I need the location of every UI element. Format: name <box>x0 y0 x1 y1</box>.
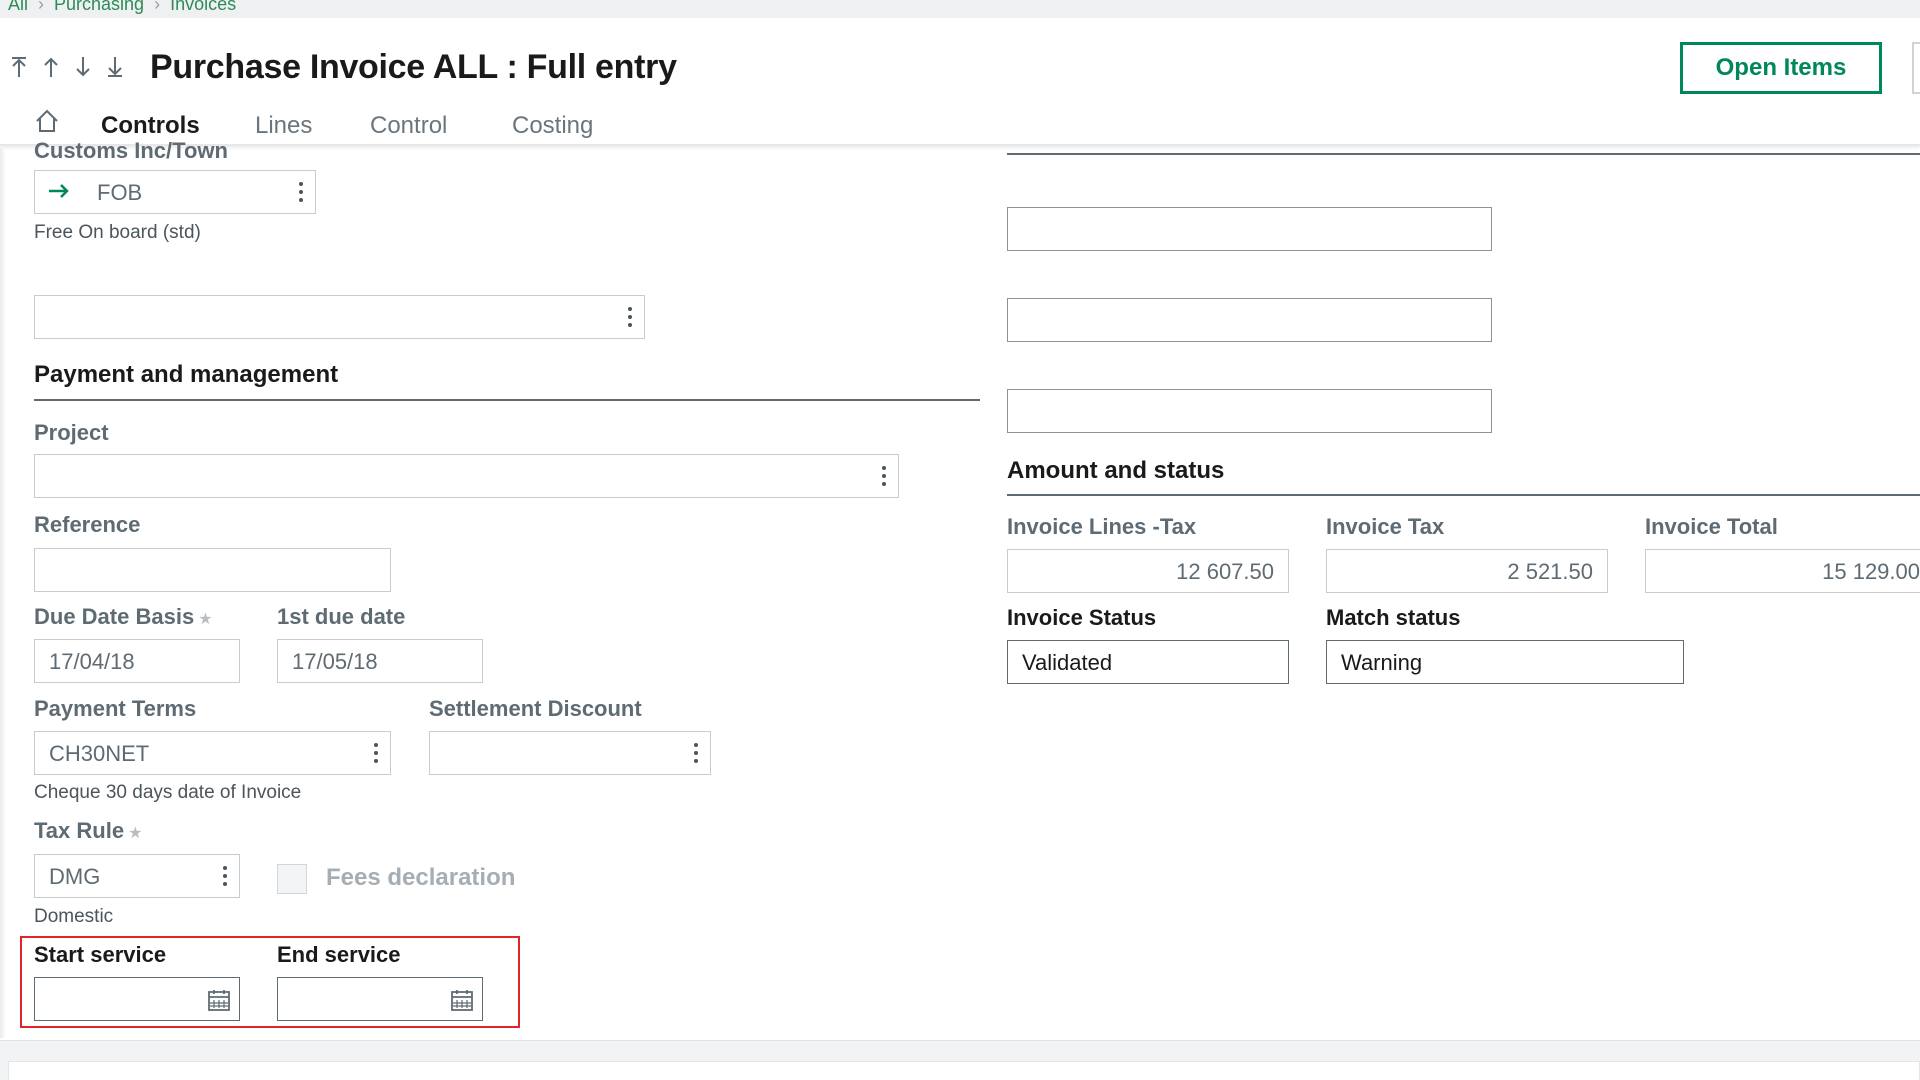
payment-terms-field[interactable]: CH30NET <box>34 731 391 775</box>
invoice-tax-field: 2 521.50 <box>1326 549 1608 593</box>
section-divider <box>34 399 980 401</box>
payment-terms-value: CH30NET <box>49 741 150 766</box>
breadcrumb: All › Purchasing › Invoices <box>8 0 236 15</box>
calendar-icon[interactable] <box>450 988 474 1012</box>
project-field[interactable] <box>34 454 899 498</box>
due-date-basis-value: 17/04/18 <box>49 649 135 674</box>
customs-value: FOB <box>97 180 143 205</box>
last-record-icon[interactable] <box>106 56 124 78</box>
due-date-basis-label: Due Date Basis ★ <box>34 604 213 630</box>
required-star-icon: ★ <box>198 611 213 628</box>
first-due-date-value: 17/05/18 <box>292 649 378 674</box>
tax-rule-field[interactable]: DMG <box>34 854 240 898</box>
open-items-button[interactable]: Open Items <box>1680 42 1882 94</box>
amount-section-title: Amount and status <box>1007 457 1225 484</box>
invoice-tax-value: 2 521.50 <box>1507 559 1593 584</box>
payment-terms-helper: Cheque 30 days date of Invoice <box>34 782 302 803</box>
end-service-label: End service <box>277 942 401 967</box>
breadcrumb-item-invoices[interactable]: Invoices <box>170 0 236 14</box>
match-status-label: Match status <box>1326 605 1461 630</box>
bottom-bar <box>0 1040 1920 1080</box>
home-icon[interactable] <box>34 108 60 134</box>
match-status-field: Warning <box>1326 640 1684 684</box>
extra-field[interactable] <box>34 295 645 339</box>
tax-rule-label-text: Tax Rule <box>34 818 125 843</box>
page-title: Purchase Invoice ALL : Full entry <box>150 48 677 86</box>
start-service-label: Start service <box>34 942 167 967</box>
first-record-icon[interactable] <box>10 56 28 78</box>
bottom-panel <box>8 1061 1920 1080</box>
project-label: Project <box>34 420 109 445</box>
invoice-status-field: Validated <box>1007 640 1289 684</box>
calendar-icon[interactable] <box>207 988 231 1012</box>
kebab-menu-icon[interactable] <box>299 182 303 204</box>
due-date-basis-field[interactable]: 17/04/18 <box>34 639 240 683</box>
right-empty-field-1[interactable] <box>1007 207 1492 251</box>
invoice-total-label: Invoice Total <box>1645 514 1778 539</box>
form-content: Customs Inc/Town FOB Free On board (std)… <box>0 138 1920 1038</box>
invoice-status-value: Validated <box>1022 650 1113 675</box>
reference-label: Reference <box>34 512 141 537</box>
tax-rule-helper: Domestic <box>34 906 114 927</box>
invoice-tax-label: Invoice Tax <box>1326 514 1445 539</box>
kebab-menu-icon[interactable] <box>882 466 886 488</box>
payment-section-title: Payment and management <box>34 361 339 388</box>
fees-declaration-checkbox[interactable] <box>277 864 307 894</box>
tab-costing[interactable]: Costing <box>512 112 593 140</box>
tax-rule-label: Tax Rule ★ <box>34 818 142 844</box>
kebab-menu-icon[interactable] <box>694 743 698 765</box>
section-divider <box>1007 153 1920 155</box>
breadcrumb-separator: › <box>38 0 45 14</box>
breadcrumb-item-purchasing[interactable]: Purchasing <box>54 0 144 14</box>
tax-rule-value: DMG <box>49 864 101 889</box>
invoice-lines-tax-label: Invoice Lines -Tax <box>1007 514 1197 539</box>
settlement-discount-label: Settlement Discount <box>429 696 642 721</box>
customs-field[interactable]: FOB <box>34 170 316 214</box>
required-star-icon: ★ <box>128 825 143 842</box>
due-date-basis-label-text: Due Date Basis <box>34 604 195 629</box>
right-empty-field-2[interactable] <box>1007 298 1492 342</box>
customs-helper: Free On board (std) <box>34 222 201 243</box>
next-record-icon[interactable] <box>74 56 92 78</box>
record-navigation <box>10 56 124 78</box>
section-divider <box>1007 494 1920 496</box>
tab-bar: Controls Lines Control Costing <box>0 102 1920 146</box>
end-service-field[interactable] <box>277 977 483 1021</box>
tab-lines[interactable]: Lines <box>255 112 312 140</box>
match-status-value: Warning <box>1341 650 1423 675</box>
payment-terms-label: Payment Terms <box>34 696 197 721</box>
first-due-date-field[interactable]: 17/05/18 <box>277 639 483 683</box>
fees-declaration-label: Fees declaration <box>326 864 516 891</box>
page-header: Purchase Invoice ALL : Full entry Open I… <box>0 18 1920 146</box>
tab-controls[interactable]: Controls <box>101 112 200 140</box>
invoice-status-label: Invoice Status <box>1007 605 1157 630</box>
overflow-button[interactable] <box>1912 42 1920 94</box>
start-service-field[interactable] <box>34 977 240 1021</box>
previous-record-icon[interactable] <box>42 56 60 78</box>
tab-control[interactable]: Control <box>370 112 447 140</box>
kebab-menu-icon[interactable] <box>374 743 378 765</box>
invoice-total-field: 15 129.00 <box>1645 549 1920 593</box>
kebab-menu-icon[interactable] <box>223 866 227 888</box>
customs-label: Customs Inc/Town <box>34 138 228 163</box>
breadcrumb-bar: All › Purchasing › Invoices <box>0 0 1920 18</box>
invoice-total-value: 15 129.00 <box>1822 559 1920 584</box>
reference-field[interactable] <box>34 548 391 592</box>
kebab-menu-icon[interactable] <box>628 307 632 329</box>
arrow-right-icon[interactable] <box>47 179 71 208</box>
breadcrumb-item-all[interactable]: All <box>8 0 28 14</box>
breadcrumb-separator: › <box>154 0 161 14</box>
invoice-lines-tax-field: 12 607.50 <box>1007 549 1289 593</box>
settlement-discount-field[interactable] <box>429 731 711 775</box>
first-due-date-label: 1st due date <box>277 604 406 629</box>
invoice-lines-tax-value: 12 607.50 <box>1176 559 1274 584</box>
right-empty-field-3[interactable] <box>1007 389 1492 433</box>
